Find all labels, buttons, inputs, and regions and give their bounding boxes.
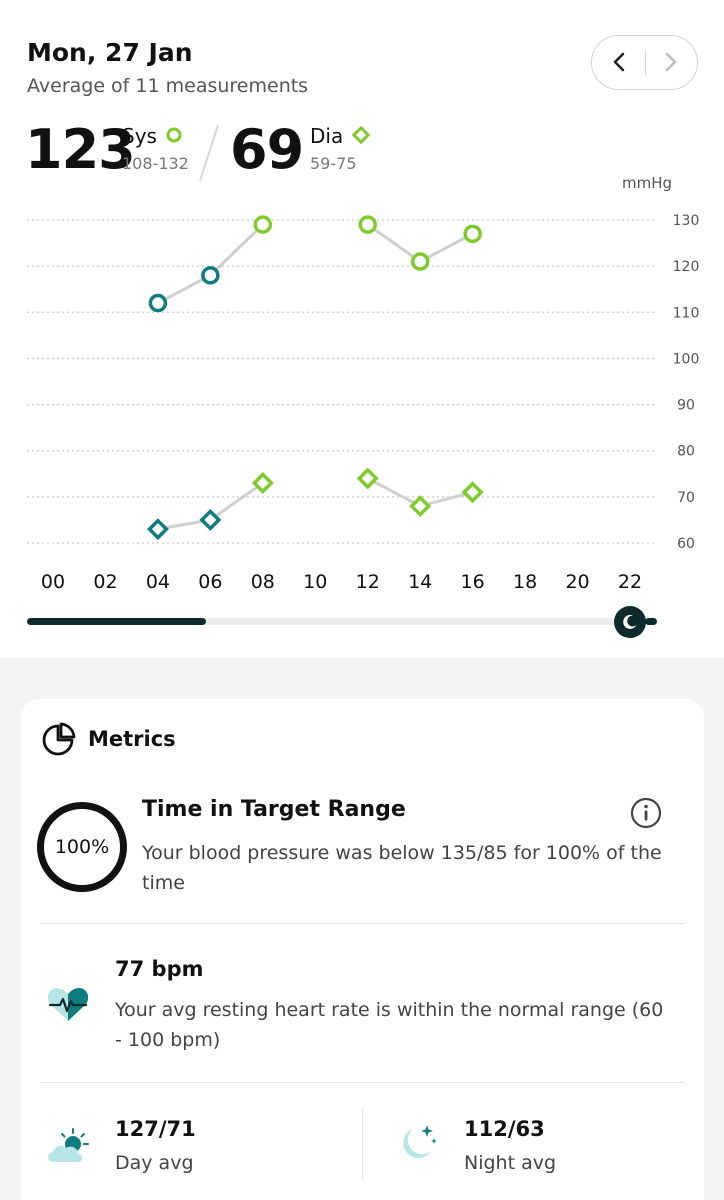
day-avg-label: Day avg — [115, 1152, 194, 1174]
y-tick-label: 120 — [673, 259, 700, 275]
metrics-divider — [40, 1082, 684, 1083]
series-line — [157, 223, 264, 305]
systolic-point — [463, 224, 482, 244]
y-tick-label: 130 — [673, 213, 700, 229]
target-range-percent: 100% — [54, 836, 110, 858]
x-tick-label: 02 — [93, 571, 117, 593]
x-tick-label: 22 — [618, 571, 642, 593]
y-axis-unit: mmHg — [622, 174, 672, 192]
x-tick-label: 12 — [356, 571, 380, 593]
moon-stars-icon — [403, 1125, 437, 1159]
y-tick-label: 70 — [677, 490, 695, 506]
x-tick-label: 08 — [251, 571, 275, 593]
x-tick-label: 14 — [408, 571, 432, 593]
night-avg-value: 112/63 — [464, 1117, 545, 1141]
systolic-point — [201, 266, 220, 285]
heart-pulse-icon — [47, 988, 89, 1021]
bp-day-view: Mon, 27 Jan Average of 11 measurements 1… — [0, 0, 724, 658]
y-tick-label: 110 — [673, 305, 700, 321]
target-range-title: Time in Target Range — [142, 797, 406, 822]
diastolic-point — [461, 481, 484, 504]
metrics-card: Metrics 100% Time in Target Range Your b… — [21, 699, 704, 1200]
diastolic-point — [356, 467, 379, 490]
systolic-point — [410, 252, 430, 271]
x-tick-label: 04 — [146, 571, 170, 593]
moon-icon — [623, 614, 637, 629]
x-tick-label: 18 — [513, 571, 537, 593]
y-tick-label: 100 — [673, 351, 700, 367]
x-tick-label: 06 — [198, 571, 222, 593]
timeline-progress — [27, 618, 206, 625]
timeline-track[interactable] — [27, 618, 622, 625]
day-avg-value: 127/71 — [115, 1117, 196, 1141]
info-icon[interactable] — [630, 797, 662, 829]
systolic-point — [358, 215, 377, 234]
blood-pressure-chart: mmHg 130 120 110 100 90 80 70 60 00 02 04 06 08 10 12 14… — [27, 174, 700, 593]
x-tick-label: 10 — [303, 571, 327, 593]
y-tick-label: 80 — [677, 444, 695, 460]
metrics-title: Metrics — [88, 727, 176, 751]
metrics-section: Metrics 100% Time in Target Range Your b… — [0, 658, 724, 1200]
target-range-description: Your blood pressure was below 135/85 for… — [142, 842, 662, 894]
x-tick-label: 16 — [461, 571, 485, 593]
heart-rate-value: 77 bpm — [115, 957, 204, 981]
timeline-end-cap — [645, 618, 657, 625]
metrics-divider — [40, 923, 684, 924]
y-tick-label: 90 — [677, 398, 695, 414]
timeline-thumb[interactable] — [614, 606, 646, 638]
diastolic-point — [146, 518, 169, 541]
pie-chart-icon — [42, 722, 76, 756]
x-tick-label: 20 — [565, 571, 589, 593]
heart-rate-description: Your avg resting heart rate is within th… — [115, 999, 664, 1051]
y-tick-label: 60 — [677, 536, 695, 552]
systolic-point — [253, 215, 273, 234]
x-tick-label: 00 — [41, 571, 65, 593]
avg-divider — [362, 1109, 363, 1179]
systolic-point — [148, 293, 168, 313]
sun-cloud-icon — [48, 1128, 89, 1162]
diastolic-point — [409, 495, 432, 518]
night-avg-label: Night avg — [464, 1152, 557, 1174]
target-range-ring: 100% — [37, 802, 127, 892]
